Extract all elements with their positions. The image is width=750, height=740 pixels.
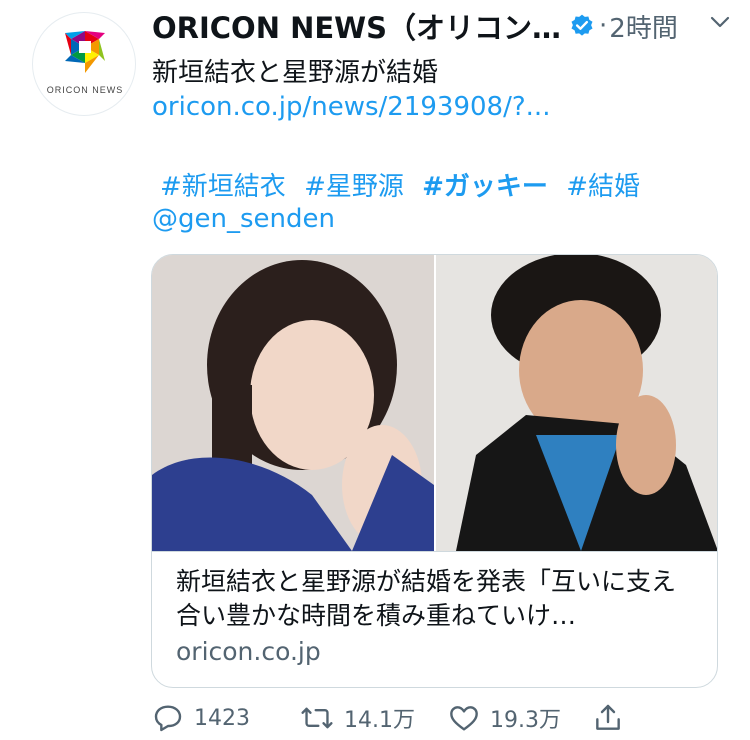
oricon-logo-icon xyxy=(65,31,105,73)
mention-link[interactable]: @gen_senden xyxy=(152,204,335,234)
hashtag[interactable]: #新垣結衣 xyxy=(160,172,286,202)
avatar[interactable]: ORICON NEWS xyxy=(32,12,136,116)
separator-dot: · xyxy=(599,11,608,41)
card-photo-right xyxy=(436,255,717,551)
like-button[interactable]: 19.3万 xyxy=(448,702,561,734)
tweet-header: ORICON NEWS（オリコン… · 2時間 xyxy=(152,6,742,46)
display-name[interactable]: ORICON NEWS（オリコン… xyxy=(152,5,561,47)
caret-down-icon[interactable] xyxy=(708,10,732,34)
reply-button[interactable]: 1423 xyxy=(152,702,250,734)
verified-badge-icon xyxy=(571,14,593,36)
hashtag-row: #新垣結衣 #星野源 #ガッキー #結婚 xyxy=(160,166,650,203)
card-photo-left xyxy=(152,255,434,551)
hashtag[interactable]: #ガッキー xyxy=(422,172,548,202)
share-icon xyxy=(596,704,620,730)
reply-count: 1423 xyxy=(194,705,250,731)
retweet-count: 14.1万 xyxy=(344,708,415,733)
timestamp[interactable]: 2時間 xyxy=(609,8,678,45)
card-domain: oricon.co.jp xyxy=(176,637,321,666)
retweet-button[interactable]: 14.1万 xyxy=(300,702,415,734)
tweet: ORICON NEWS ORICON NEWS（オリコン… · 2時間 新垣結衣… xyxy=(0,0,750,740)
like-count: 19.3万 xyxy=(490,708,561,733)
tweet-link[interactable]: oricon.co.jp/news/2193908/?... xyxy=(152,92,550,122)
hashtag[interactable]: #結婚 xyxy=(566,172,640,202)
hashtag[interactable]: #星野源 xyxy=(304,172,404,202)
tweet-text: 新垣結衣と星野源が結婚 xyxy=(152,58,439,88)
share-button[interactable] xyxy=(592,702,624,734)
avatar-text: ORICON NEWS xyxy=(46,85,124,95)
reply-icon xyxy=(154,705,182,732)
retweet-icon xyxy=(301,707,333,729)
link-card[interactable]: 新垣結衣と星野源が結婚を発表「互いに支え合い豊かな時間を積み重ねていけ… ori… xyxy=(151,254,718,688)
card-title: 新垣結衣と星野源が結婚を発表「互いに支え合い豊かな時間を積み重ねていけ… xyxy=(176,567,677,630)
like-icon xyxy=(450,706,478,731)
card-divider xyxy=(152,551,717,552)
action-bar: 1423 14.1万 19.3万 xyxy=(152,702,652,740)
